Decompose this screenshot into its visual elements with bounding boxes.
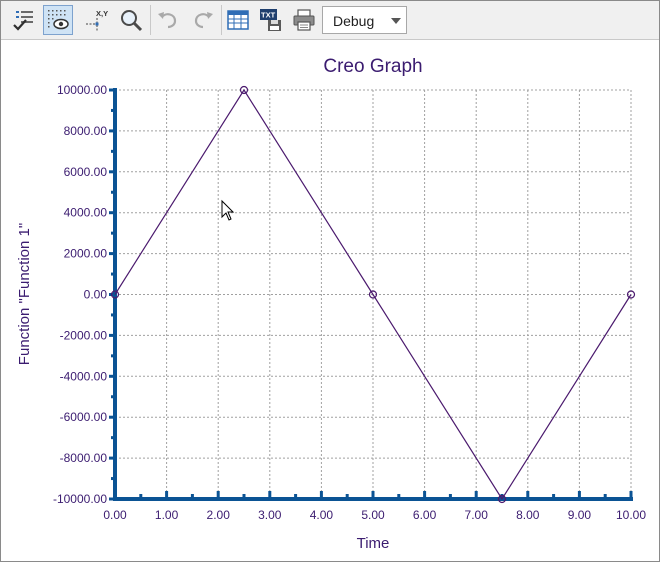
grid-eye-icon	[48, 10, 69, 30]
line-chart: 0.00 1.00 2.00 3.00 4.00 5.00 6.00 7.00 8.00 9.00…	[16, 56, 646, 552]
x-tick-label: 7.00	[465, 508, 489, 522]
magnifier-icon	[121, 10, 143, 32]
format-button[interactable]	[9, 5, 39, 35]
y-tick-label: 2000.00	[64, 247, 108, 261]
chart-area: 0.00 1.00 2.00 3.00 4.00 5.00 6.00 7.00 8.00 9.00…	[1, 40, 659, 561]
y-tick-label: -8000.00	[60, 451, 108, 465]
svg-text:X,Y: X,Y	[96, 9, 108, 18]
redo-button[interactable]	[188, 5, 218, 35]
print-button[interactable]	[289, 5, 319, 35]
printer-icon	[293, 9, 315, 31]
x-tick-label: 8.00	[516, 508, 540, 522]
table-icon	[227, 10, 249, 30]
x-tick-label: 1.00	[155, 508, 179, 522]
chart-title: Creo Graph	[323, 56, 422, 77]
creo-graph-window: X,Y TXT Debug 0.00 1.00 2.00 3.00 4.00 5…	[0, 0, 660, 562]
redo-icon	[194, 12, 213, 29]
checklist-icon	[13, 11, 33, 31]
chevron-down-icon	[391, 18, 401, 24]
y-tick-label: -4000.00	[60, 369, 108, 383]
mouse-cursor-icon	[221, 199, 235, 221]
x-tick-label: 6.00	[413, 508, 437, 522]
y-tick-label: 8000.00	[64, 124, 108, 138]
grid-toggle-button[interactable]	[43, 5, 73, 35]
txt-save-icon: TXT	[260, 9, 281, 31]
x-tick-label: 0.00	[103, 508, 127, 522]
export-text-button[interactable]: TXT	[256, 5, 286, 35]
mode-select-value: Debug	[333, 13, 375, 29]
y-tick-label: -10000.00	[53, 492, 107, 506]
x-axis-label: Time	[357, 535, 390, 552]
mode-select[interactable]: Debug	[322, 6, 407, 34]
x-tick-label: 9.00	[568, 508, 592, 522]
y-tick-label: -6000.00	[60, 410, 108, 424]
undo-icon	[158, 12, 177, 29]
x-tick-label: 3.00	[258, 508, 282, 522]
y-tick-label: 4000.00	[64, 206, 108, 220]
y-axis-label: Function "Function 1"	[16, 223, 33, 365]
y-tick-label: -2000.00	[60, 328, 108, 342]
y-tick-label: 6000.00	[64, 165, 108, 179]
x-tick-label: 5.00	[361, 508, 385, 522]
xy-coordinate-icon: X,Y	[86, 9, 108, 31]
x-tick-label: 10.00	[616, 508, 646, 522]
toolbar: X,Y TXT Debug	[1, 1, 659, 40]
toolbar-separator	[150, 5, 151, 35]
zoom-button[interactable]	[116, 5, 146, 35]
toolbar-separator	[221, 5, 222, 35]
x-tick-label: 2.00	[207, 508, 231, 522]
y-tick-label: 10000.00	[57, 83, 107, 97]
undo-button[interactable]	[153, 5, 183, 35]
y-tick-label: 0.00	[84, 288, 108, 302]
table-button[interactable]	[223, 5, 253, 35]
svg-text:TXT: TXT	[261, 11, 276, 20]
x-tick-label: 4.00	[310, 508, 334, 522]
xy-readout-button[interactable]: X,Y	[81, 5, 111, 35]
